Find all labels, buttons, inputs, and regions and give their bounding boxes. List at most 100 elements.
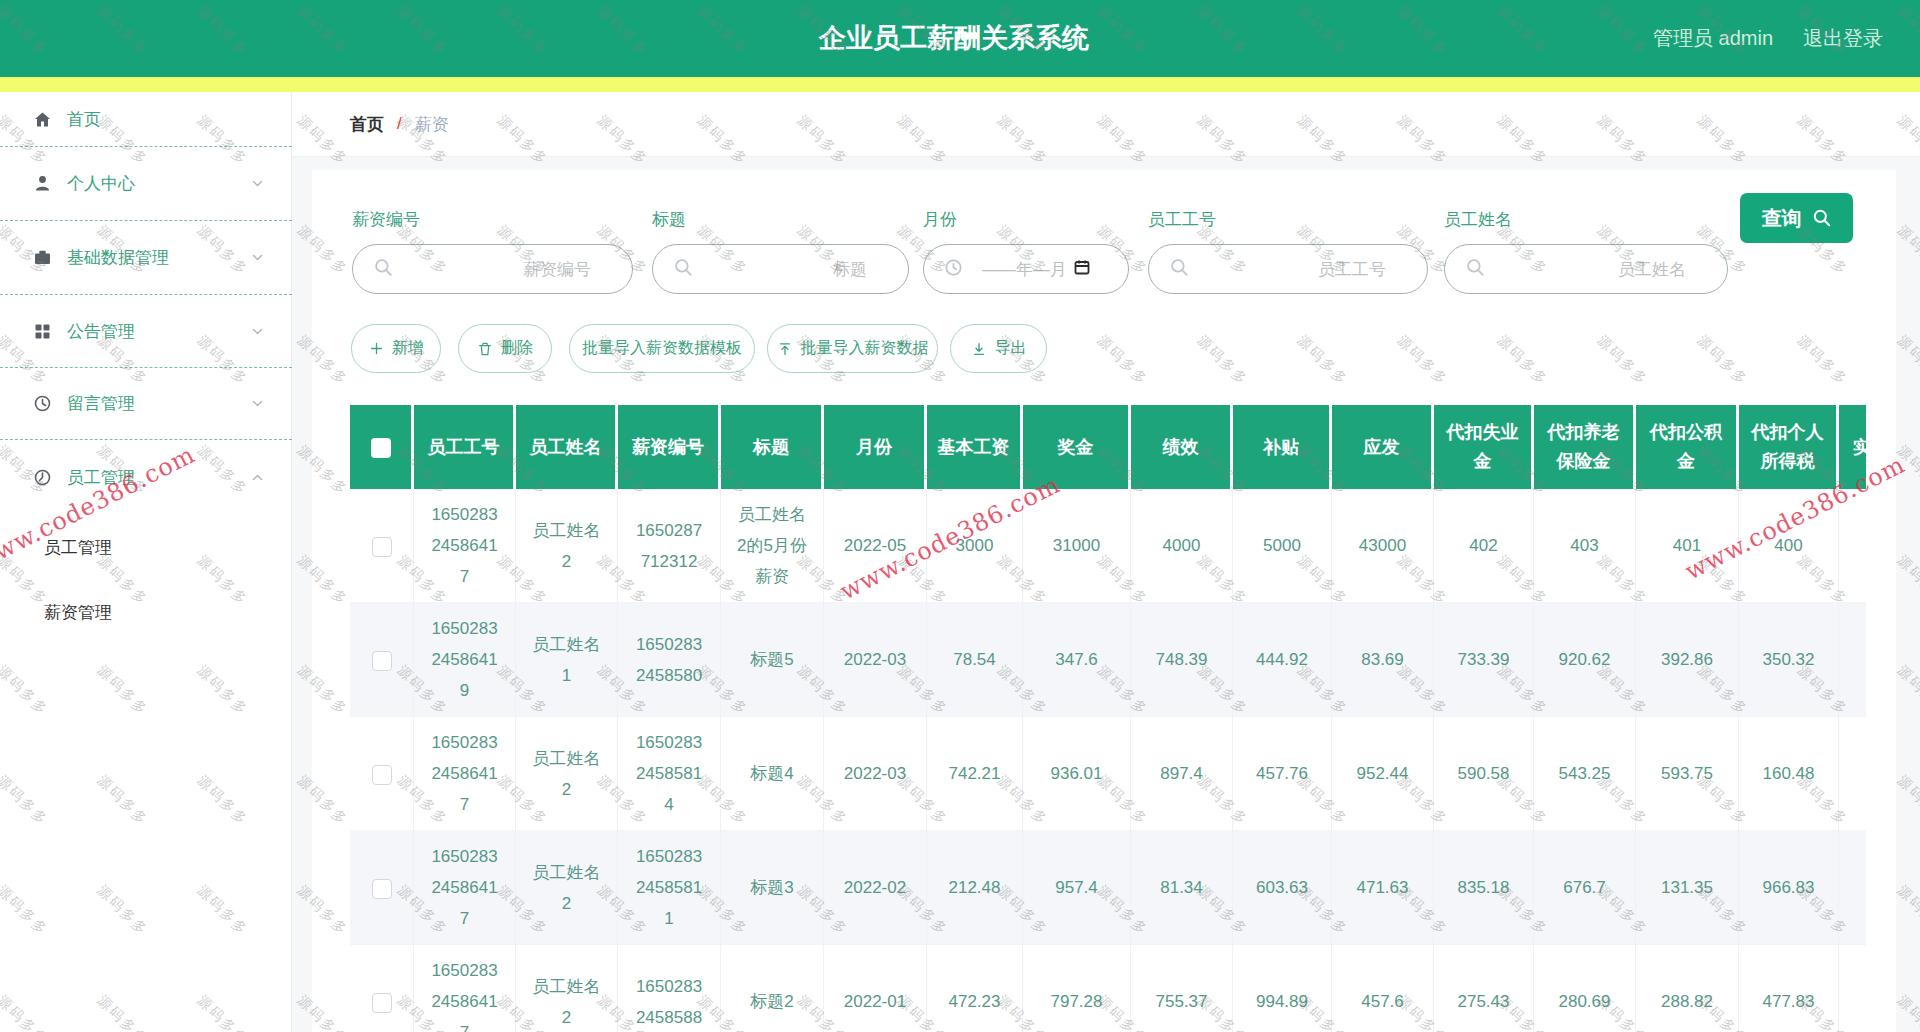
chevron-up-icon: [250, 470, 265, 485]
sidebar-item-2[interactable]: 个人中心: [0, 147, 292, 221]
content-card: 薪资编号薪资编号标题标题月份——年—月员工工号员工工号员工姓名员工姓名 查询 新…: [312, 170, 1896, 1032]
table-cell: [1839, 603, 1866, 717]
checkbox-cell: [350, 945, 414, 1032]
header-checkbox[interactable]: [371, 438, 391, 458]
table-header-cell: 代扣养老保险金: [1534, 405, 1636, 489]
table-cell: 400: [1739, 489, 1839, 603]
table-cell: 160.48: [1739, 717, 1839, 831]
sidebar-item-3[interactable]: 基础数据管理: [0, 221, 292, 295]
table-cell: 165028324586417: [414, 945, 516, 1032]
table-header-cell: 员工姓名: [516, 405, 618, 489]
table-cell: [1839, 945, 1866, 1032]
table-cell: 2022-01: [824, 945, 927, 1032]
table-header-cell: 奖金: [1023, 405, 1131, 489]
table-cell: 275.43: [1434, 945, 1534, 1032]
filter-input-4[interactable]: 员工工号: [1148, 244, 1428, 294]
table-header-cell: 应发: [1332, 405, 1434, 489]
mag-icon: [1465, 257, 1485, 277]
table-cell: 835.18: [1434, 831, 1534, 945]
sidebar-item-4[interactable]: 公告管理: [0, 295, 292, 368]
sidebar-item-6[interactable]: 员工管理: [0, 440, 292, 515]
upload-icon: [777, 341, 793, 357]
table-cell: 员工姓名1: [516, 603, 618, 717]
action-button-1[interactable]: 新增: [351, 324, 441, 373]
table-header-cell: 绩效: [1131, 405, 1233, 489]
table-header-cell: 代扣公积金: [1636, 405, 1739, 489]
table-cell: 797.28: [1023, 945, 1131, 1032]
table-cell: 590.58: [1434, 717, 1534, 831]
action-button-2[interactable]: 删除: [458, 324, 552, 373]
table-cell: 755.37: [1131, 945, 1233, 1032]
clock-icon: [33, 394, 52, 413]
admin-user-label[interactable]: 管理员 admin: [1653, 25, 1773, 52]
row-checkbox[interactable]: [372, 651, 392, 671]
table-cell: 83.69: [1332, 603, 1434, 717]
mag-icon: [373, 257, 393, 277]
chevron-down-icon: [250, 250, 265, 265]
table-cell: [1839, 831, 1866, 945]
table-header-cell: 标题: [721, 405, 824, 489]
table-cell: 952.44: [1332, 717, 1434, 831]
search-button[interactable]: 查询: [1740, 193, 1853, 243]
table-cell: 165028324586417: [414, 831, 516, 945]
grid-icon: [33, 322, 52, 341]
table-cell: 31000: [1023, 489, 1131, 603]
clock-icon: [944, 258, 963, 281]
table-cell: 16502832458580: [618, 603, 721, 717]
table-header-cell: 员工工号: [414, 405, 516, 489]
briefcase-icon: [33, 248, 52, 267]
table-cell: 员工姓名2的5月份薪资: [721, 489, 824, 603]
sidebar-item-5[interactable]: 留言管理: [0, 368, 292, 440]
table-cell: 957.4: [1023, 831, 1131, 945]
month-filter-input[interactable]: ——年—月: [923, 244, 1129, 294]
row-checkbox[interactable]: [372, 879, 392, 899]
table-cell: 676.7: [1534, 831, 1636, 945]
action-button-4[interactable]: 批量导入薪资数据: [767, 324, 938, 373]
table-cell: 2022-05: [824, 489, 927, 603]
logout-link[interactable]: 退出登录: [1803, 25, 1883, 52]
sidebar-subitem-2[interactable]: 薪资管理: [0, 580, 292, 645]
chevron-down-icon: [250, 396, 265, 411]
table-cell: 2022-03: [824, 603, 927, 717]
table-cell: 457.6: [1332, 945, 1434, 1032]
checkbox-cell: [350, 831, 414, 945]
filter-input-5[interactable]: 员工姓名: [1444, 244, 1728, 294]
checkbox-cell: [350, 603, 414, 717]
clocksm-icon: [944, 258, 963, 277]
breadcrumb-separator: /: [397, 114, 402, 134]
mag-icon: [1169, 257, 1189, 277]
breadcrumb-current: 薪资: [415, 113, 449, 136]
table-cell: 966.83: [1739, 831, 1839, 945]
row-checkbox[interactable]: [372, 765, 392, 785]
sidebar-subitem-1[interactable]: 员工管理: [0, 515, 292, 580]
table-cell: 标题3: [721, 831, 824, 945]
table-cell: 748.39: [1131, 603, 1233, 717]
table-cell: 4000: [1131, 489, 1233, 603]
table-row-4: 165028324586417员工姓名2165028324585811标题320…: [350, 831, 1866, 945]
user-icon: [33, 174, 52, 193]
table-cell: 936.01: [1023, 717, 1131, 831]
plus-icon: [369, 341, 384, 356]
table-cell: 347.6: [1023, 603, 1131, 717]
filter-input-1[interactable]: 薪资编号: [352, 244, 633, 294]
chevron-down-icon: [250, 324, 265, 339]
row-checkbox[interactable]: [372, 537, 392, 557]
table-cell: 3000: [927, 489, 1023, 603]
filter-input-2[interactable]: 标题: [652, 244, 909, 294]
table-cell: 444.92: [1233, 603, 1332, 717]
row-checkbox[interactable]: [372, 993, 392, 1013]
yellow-divider: [0, 77, 1920, 92]
sidebar-item-1[interactable]: 首页: [0, 92, 292, 147]
action-button-5[interactable]: 导出: [950, 324, 1047, 373]
table-row-5: 165028324586417员工姓名216502832458588标题2202…: [350, 945, 1866, 1032]
action-button-3[interactable]: 批量导入薪资数据模板: [569, 324, 755, 373]
breadcrumb-home[interactable]: 首页: [350, 113, 384, 136]
table-cell: 165028324586417: [414, 489, 516, 603]
table-cell: 165028324585811: [618, 831, 721, 945]
filter-label-3: 月份: [923, 208, 957, 231]
table-cell: 994.89: [1233, 945, 1332, 1032]
header-checkbox-cell: [350, 405, 414, 489]
table-header-cell: 代扣失业金: [1434, 405, 1534, 489]
search-icon: [373, 257, 393, 281]
table-cell: 392.86: [1636, 603, 1739, 717]
